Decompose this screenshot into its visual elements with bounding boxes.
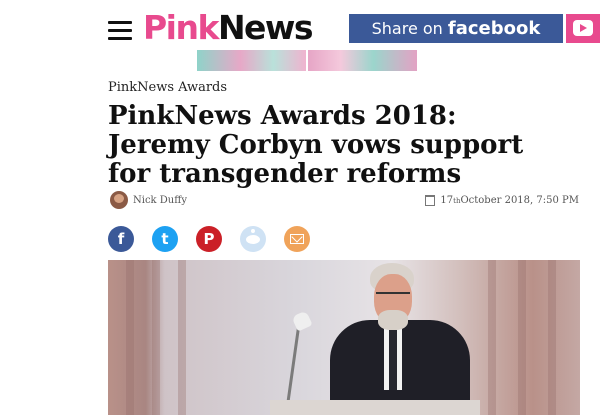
share-pinterest-icon[interactable]: P xyxy=(196,226,222,252)
ad-image-left xyxy=(197,50,306,71)
speaker-glasses xyxy=(376,292,410,299)
share-reddit-icon[interactable] xyxy=(240,226,266,252)
article-category[interactable]: PinkNews Awards xyxy=(108,80,227,95)
advertisement-banner[interactable] xyxy=(197,50,417,71)
ad-image-right xyxy=(306,50,417,71)
share-facebook-icon[interactable]: f xyxy=(108,226,134,252)
share-email-icon[interactable] xyxy=(284,226,310,252)
site-header: PinkNews Share on facebook xyxy=(0,0,600,50)
facebook-brand-label: facebook xyxy=(447,18,541,39)
article-title: PinkNews Awards 2018: Jeremy Corbyn vows… xyxy=(108,101,524,189)
date-day: 17 xyxy=(440,195,454,206)
share-prefix-label: Share on xyxy=(371,19,448,38)
youtube-icon xyxy=(573,20,593,36)
publish-date: 17th October 2018, 7:50 PM xyxy=(425,195,579,206)
lectern xyxy=(270,400,480,415)
byline: Nick Duffy xyxy=(110,190,187,210)
speaker-tie xyxy=(389,330,397,390)
date-suffix: th xyxy=(453,196,461,205)
menu-icon[interactable] xyxy=(108,21,132,41)
share-on-facebook-button[interactable]: Share on facebook xyxy=(349,14,563,43)
reddit-alien-shape xyxy=(246,229,260,244)
share-twitter-icon[interactable]: t xyxy=(152,226,178,252)
date-rest: October 2018, 7:50 PM xyxy=(460,195,579,206)
share-buttons: f t P xyxy=(108,226,328,252)
facebook-glyph: f xyxy=(117,230,125,248)
site-logo[interactable]: PinkNews xyxy=(143,8,314,47)
logo-pink-text: Pink xyxy=(143,8,219,47)
logo-dark-text: News xyxy=(217,8,314,47)
author-name[interactable]: Nick Duffy xyxy=(133,195,187,206)
pinterest-glyph: P xyxy=(203,230,215,248)
twitter-glyph: t xyxy=(161,230,169,248)
speaker-beard xyxy=(378,310,408,330)
author-avatar[interactable] xyxy=(110,191,128,209)
calendar-icon xyxy=(425,195,436,206)
envelope-shape xyxy=(290,234,304,244)
youtube-button[interactable] xyxy=(566,14,600,43)
